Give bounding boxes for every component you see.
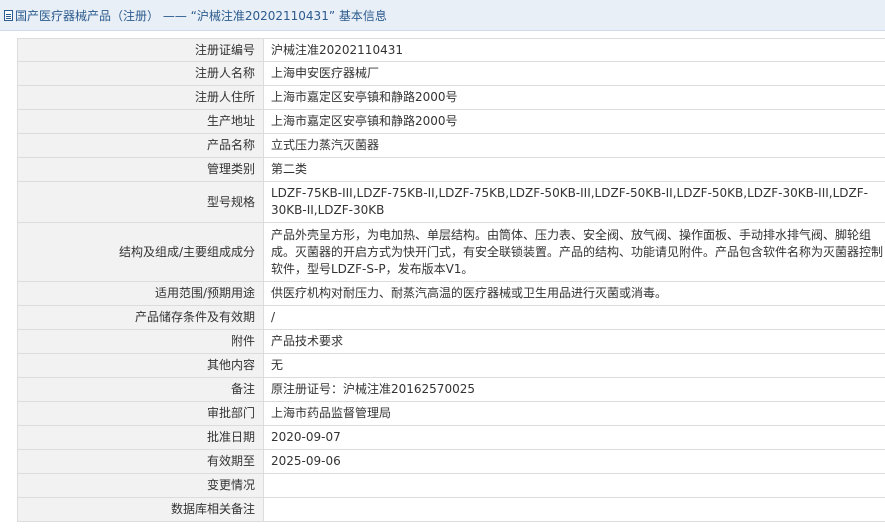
field-value: 上海申安医疗器械厂 [263,61,885,86]
field-value: 2025-09-06 [263,449,885,474]
field-value: 立式压力蒸汽灭菌器 [263,133,885,158]
table-row: 有效期至 2025-09-06 [17,449,885,474]
field-value [263,497,885,522]
table-row: 注册证编号 沪械注准20202110431 [17,38,885,62]
table-row: 结构及组成/主要组成成分 产品外壳呈方形，为电加热、单层结构。由筒体、压力表、安… [17,222,885,282]
table-row: 适用范围/预期用途 供医疗机构对耐压力、耐蒸汽高温的医疗器械或卫生用品进行灭菌或… [17,281,885,306]
table-row: 审批部门 上海市药品监督管理局 [17,401,885,426]
field-value: 无 [263,353,885,378]
table-row: 型号规格 LDZF-75KB-III,LDZF-75KB-II,LDZF-75K… [17,181,885,223]
table-row: 产品储存条件及有效期 / [17,305,885,330]
table-row: 批准日期 2020-09-07 [17,425,885,450]
document-icon [4,10,13,21]
field-label: 批准日期 [17,425,264,450]
field-label: 备注 [17,377,264,402]
table-row: 附件 产品技术要求 [17,329,885,354]
field-label: 生产地址 [17,109,264,134]
field-value [263,473,885,498]
field-value: LDZF-75KB-III,LDZF-75KB-II,LDZF-75KB,LDZ… [263,181,885,223]
field-label: 注册证编号 [17,38,264,62]
field-value: 上海市药品监督管理局 [263,401,885,426]
field-label: 产品储存条件及有效期 [17,305,264,330]
table-row: 产品名称 立式压力蒸汽灭菌器 [17,133,885,158]
field-label: 注册人住所 [17,85,264,110]
table-row: 管理类别 第二类 [17,157,885,182]
field-label: 变更情况 [17,473,264,498]
table-row: 生产地址 上海市嘉定区安亭镇和静路2000号 [17,109,885,134]
field-label: 审批部门 [17,401,264,426]
page-header: 国产医疗器械产品（注册） —— “沪械注准20202110431” 基本信息 [0,0,885,31]
field-value: 上海市嘉定区安亭镇和静路2000号 [263,85,885,110]
field-value: 产品技术要求 [263,329,885,354]
field-label: 其他内容 [17,353,264,378]
table-row: 注册人名称 上海申安医疗器械厂 [17,61,885,86]
field-value: 原注册证号：沪械注准20162570025 [263,377,885,402]
field-label: 数据库相关备注 [17,497,264,522]
field-value: 供医疗机构对耐压力、耐蒸汽高温的医疗器械或卫生用品进行灭菌或消毒。 [263,281,885,306]
table-row: 变更情况 [17,473,885,498]
info-table: 注册证编号 沪械注准20202110431 注册人名称 上海申安医疗器械厂 注册… [17,38,885,522]
field-value: 2020-09-07 [263,425,885,450]
field-value: 第二类 [263,157,885,182]
field-value: 产品外壳呈方形，为电加热、单层结构。由筒体、压力表、安全阀、放气阀、操作面板、手… [263,222,885,282]
field-label: 注册人名称 [17,61,264,86]
page-title: 国产医疗器械产品（注册） —— “沪械注准20202110431” 基本信息 [15,8,387,23]
field-value: / [263,305,885,330]
field-label: 型号规格 [17,181,264,223]
field-label: 有效期至 [17,449,264,474]
field-value: 沪械注准20202110431 [263,38,885,62]
field-label: 管理类别 [17,157,264,182]
table-row: 数据库相关备注 [17,497,885,522]
field-label: 附件 [17,329,264,354]
field-label: 适用范围/预期用途 [17,281,264,306]
field-label: 结构及组成/主要组成成分 [17,222,264,282]
field-label: 产品名称 [17,133,264,158]
table-row: 注册人住所 上海市嘉定区安亭镇和静路2000号 [17,85,885,110]
field-value: 上海市嘉定区安亭镇和静路2000号 [263,109,885,134]
table-row: 备注 原注册证号：沪械注准20162570025 [17,377,885,402]
table-row: 其他内容 无 [17,353,885,378]
